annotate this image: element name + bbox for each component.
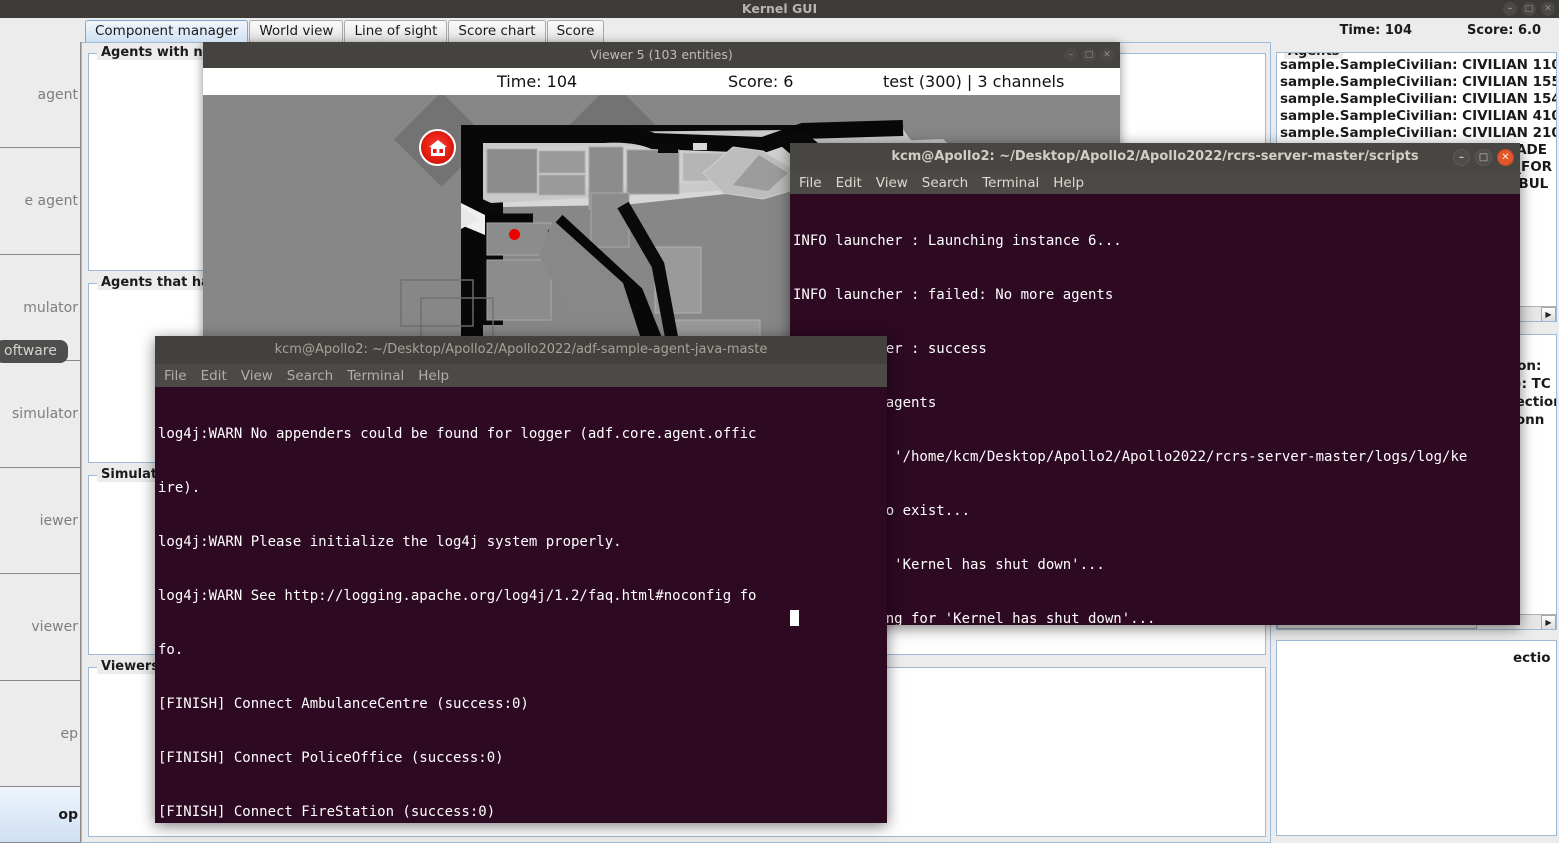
terminal-window-scripts: kcm@Apollo2: ~/Desktop/Apollo2/Apollo202… (790, 143, 1520, 625)
tab-world-view[interactable]: World view (249, 20, 344, 42)
terminal-line: log4j:WARN Please initialize the log4j s… (158, 534, 622, 550)
close-icon[interactable]: ✕ (1541, 2, 1555, 16)
terminal-line: Still waiting for 'Kernel has shut down'… (793, 611, 1156, 625)
kernel-gui-titlebar: Kernel GUI – □ ✕ (0, 0, 1559, 18)
sidebar-item-label: ep (60, 725, 79, 742)
menu-terminal[interactable]: Terminal (347, 368, 404, 384)
bottom-log-panel: ectio (1276, 640, 1557, 836)
terminal-line: INFO launcher : Launching instance 6... (793, 233, 1122, 249)
terminal-agent-titlebar: kcm@Apollo2: ~/Desktop/Apollo2/Apollo202… (155, 336, 887, 364)
terminal-window-agent: kcm@Apollo2: ~/Desktop/Apollo2/Apollo202… (155, 336, 887, 823)
scroll-right-icon[interactable]: ▶ (1541, 307, 1556, 321)
sidebar-item-label: iewer (39, 512, 78, 529)
menu-view[interactable]: View (241, 368, 273, 384)
terminal-line: INFO launcher : failed: No more agents (793, 287, 1114, 303)
agents-group-title: Agents (1284, 53, 1344, 59)
list-item: sample.SampleCivilian: CIVILIAN 2100749 (1280, 125, 1556, 141)
terminal-scripts-output[interactable]: INFO launcher : Launching instance 6... … (790, 194, 1520, 625)
viewer-score: Score: 6 (728, 72, 794, 91)
bottom-log-list[interactable]: ectio (1277, 641, 1556, 667)
terminal-line: [FINISH] Connect AmbulanceCentre (succes… (158, 696, 529, 712)
terminal-scripts-cursor (790, 610, 799, 626)
status-time: Time: 104 (1339, 22, 1413, 38)
list-item: ectio (1513, 650, 1551, 666)
sidebar-item-step[interactable]: ep (0, 681, 80, 787)
viewer-title-text: Viewer 5 (103 entities) (590, 47, 733, 62)
sidebar-item-label: agent (37, 86, 78, 103)
sidebar-item-label: viewer (31, 619, 78, 635)
terminal-line: [FINISH] Connect PoliceOffice (success:0… (158, 750, 504, 766)
terminal-line: fo. (158, 642, 184, 658)
terminal-line: ire). (158, 480, 201, 496)
menu-file[interactable]: File (799, 175, 822, 191)
maximize-icon[interactable]: □ (1082, 48, 1096, 62)
terminal-scripts-title: kcm@Apollo2: ~/Desktop/Apollo2/Apollo202… (891, 149, 1419, 164)
minimize-icon[interactable]: – (1064, 48, 1078, 62)
terminal-scripts-titlebar: kcm@Apollo2: ~/Desktop/Apollo2/Apollo202… (790, 143, 1520, 171)
sidebar-item-label: mulator (23, 299, 78, 316)
terminal-line: Waiting for '/home/kcm/Desktop/Apollo2/A… (793, 449, 1468, 465)
kernel-window-controls: – □ ✕ (1503, 2, 1555, 16)
terminal-scripts-menubar: File Edit View Search Terminal Help (790, 171, 1520, 194)
menu-terminal[interactable]: Terminal (982, 175, 1039, 191)
minimize-icon[interactable]: – (1503, 2, 1517, 16)
tab-score[interactable]: Score (546, 20, 605, 42)
terminal-scripts-window-controls: – □ ✕ (1453, 149, 1514, 166)
terminal-agent-output[interactable]: log4j:WARN No appenders could be found f… (155, 387, 887, 823)
viewer-window-controls: – □ ✕ (1064, 48, 1114, 62)
menu-help[interactable]: Help (418, 368, 449, 384)
list-item: sample.SampleCivilian: CIVILIAN 1548259 (1280, 91, 1556, 107)
list-item: sample.SampleCivilian: CIVILIAN 4100648 (1280, 108, 1556, 124)
menu-edit[interactable]: Edit (201, 368, 227, 384)
menu-help[interactable]: Help (1053, 175, 1084, 191)
viewer-titlebar: Viewer 5 (103 entities) – □ ✕ (203, 42, 1120, 68)
menu-view[interactable]: View (876, 175, 908, 191)
civilian-marker-icon (509, 229, 520, 240)
close-icon[interactable]: ✕ (1497, 149, 1514, 166)
sidebar-item-viewer[interactable]: iewer (0, 468, 80, 574)
sidebar-item-fire-agent[interactable]: e agent (0, 148, 80, 255)
sidebar-item-stop[interactable]: op (0, 787, 80, 843)
sidebar-item-label: simulator (12, 406, 78, 422)
menu-edit[interactable]: Edit (836, 175, 862, 191)
left-sidebar: agent e agent mulator simulator iewer vi… (0, 42, 81, 843)
terminal-line: INFO launcher : success (793, 341, 987, 357)
sidebar-item-sub-simulator[interactable]: simulator (0, 361, 80, 468)
sidebar-item-label: op (58, 806, 78, 823)
minimize-icon[interactable]: – (1453, 149, 1470, 166)
maximize-icon[interactable]: □ (1475, 149, 1492, 166)
kernel-status: Time: 104 Score: 6.0 (1339, 18, 1559, 42)
tab-line-of-sight[interactable]: Line of sight (344, 20, 448, 42)
sidebar-item-other-viewer[interactable]: viewer (0, 574, 80, 681)
sidebar-item-label: e agent (24, 193, 78, 209)
terminal-agent-title: kcm@Apollo2: ~/Desktop/Apollo2/Apollo202… (274, 342, 768, 357)
viewer-channels: test (300) | 3 channels (883, 72, 1065, 91)
terminal-agent-menubar: File Edit View Search Terminal Help (155, 364, 887, 387)
menu-search[interactable]: Search (922, 175, 968, 191)
terminal-line: rnel.log' to exist... (793, 503, 971, 519)
tab-bar: Component manager World view Line of sig… (0, 18, 1559, 42)
tab-strip: Component manager World view Line of sig… (85, 18, 605, 42)
viewer-status-bar: Time: 104 Score: 6 test (300) | 3 channe… (203, 68, 1120, 95)
terminal-line: log4j:WARN See http://logging.apache.org… (158, 588, 757, 604)
maximize-icon[interactable]: □ (1522, 2, 1536, 16)
terminal-line: log4j:WARN No appenders could be found f… (158, 426, 757, 442)
tab-component-manager[interactable]: Component manager (85, 20, 249, 42)
kernel-gui-title: Kernel GUI (741, 1, 818, 16)
scroll-right-icon[interactable]: ▶ (1541, 615, 1556, 629)
menu-search[interactable]: Search (287, 368, 333, 384)
sidebar-item-agent[interactable]: agent (0, 42, 80, 148)
tab-score-chart[interactable]: Score chart (448, 20, 546, 42)
close-icon[interactable]: ✕ (1100, 48, 1114, 62)
terminal-line: [FINISH] Connect FireStation (success:0) (158, 804, 496, 820)
terminal-line: Waiting for 'Kernel has shut down'... (793, 557, 1105, 573)
menu-file[interactable]: File (164, 368, 187, 384)
list-item: sample.SampleCivilian: CIVILIAN 1102153 (1280, 57, 1556, 73)
terminal-line: Start your agents (793, 395, 937, 411)
list-item: sample.SampleCivilian: CIVILIAN 1557027 (1280, 74, 1556, 90)
viewer-time: Time: 104 (497, 72, 578, 91)
sidebar-tooltip: oftware (0, 340, 68, 363)
status-score: Score: 6.0 (1467, 22, 1541, 38)
